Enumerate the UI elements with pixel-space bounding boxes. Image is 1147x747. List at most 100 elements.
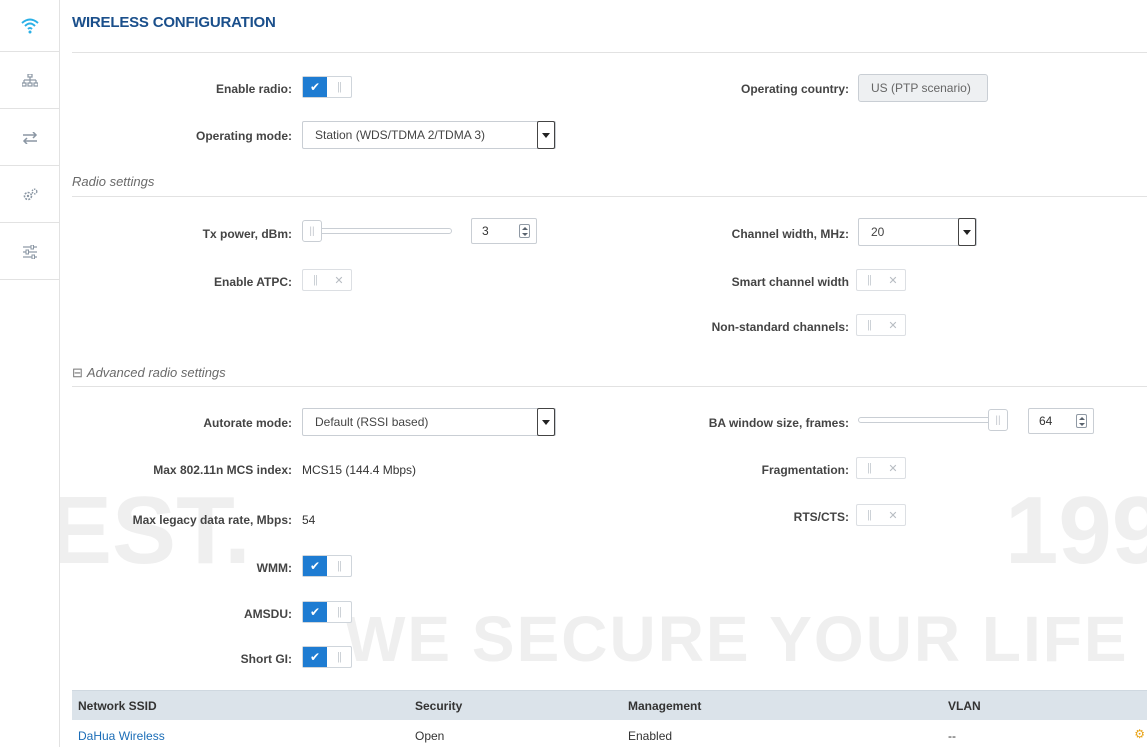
watermark-year: 199 <box>1005 477 1147 584</box>
switch-grip-icon: || <box>867 274 872 286</box>
autorate-mode-label: Autorate mode: <box>203 416 292 430</box>
switch-grip-icon: || <box>337 81 342 93</box>
x-icon: ✕ <box>888 319 898 332</box>
operating-mode-label: Operating mode: <box>195 129 292 143</box>
smart-channel-width-label: Smart channel width <box>731 275 849 289</box>
switch-grip-icon: || <box>337 651 342 663</box>
x-icon: ✕ <box>888 462 898 475</box>
ba-window-label: BA window size, frames: <box>708 416 849 430</box>
radio-settings-divider <box>72 196 1147 197</box>
enable-atpc-toggle[interactable]: || ✕ <box>302 269 352 291</box>
nav-routing[interactable] <box>0 110 60 166</box>
wifi-icon <box>21 18 39 33</box>
check-icon: ✔ <box>303 602 327 622</box>
watermark-slogan: WE SECURE YOUR LIFE <box>345 603 1129 675</box>
max-mcs-label: Max 802.11n MCS index: <box>153 463 292 477</box>
check-icon: ✔ <box>303 556 327 576</box>
nav-settings[interactable] <box>0 224 60 280</box>
fragmentation-toggle[interactable]: || ✕ <box>856 457 906 479</box>
channel-width-select[interactable]: 20 <box>858 218 977 246</box>
x-icon: ✕ <box>888 274 898 287</box>
non-standard-channels-toggle[interactable]: || ✕ <box>856 314 906 336</box>
ba-window-slider[interactable]: || <box>858 409 1008 431</box>
switch-grip-icon: || <box>867 509 872 521</box>
tx-power-value: 3 <box>482 224 489 238</box>
wmm-label: WMM: <box>256 561 292 575</box>
nav-services[interactable] <box>0 167 60 223</box>
amsdu-label: AMSDU: <box>244 607 292 621</box>
x-icon: ✕ <box>888 509 898 522</box>
operating-mode-value: Station (WDS/TDMA 2/TDMA 3) <box>315 128 486 142</box>
radio-settings-title: Radio settings <box>72 174 155 189</box>
enable-radio-label: Enable radio: <box>215 82 292 96</box>
column-header-vlan[interactable]: VLAN <box>948 699 981 713</box>
x-icon: ✕ <box>334 274 344 287</box>
spinner-arrows-icon[interactable] <box>519 224 530 238</box>
advanced-radio-settings-title: Advanced radio settings <box>86 365 226 380</box>
enable-radio-toggle[interactable]: ✔ || <box>302 76 352 98</box>
operating-country-value: US (PTP scenario) <box>858 74 988 102</box>
max-legacy-rate-value: 54 <box>302 513 316 527</box>
transfer-arrows-icon <box>22 131 38 144</box>
column-header-management[interactable]: Management <box>628 699 701 713</box>
slider-track <box>858 417 1008 423</box>
collapse-icon[interactable]: ⊟ <box>72 365 83 380</box>
smart-channel-width-toggle[interactable]: || ✕ <box>856 269 906 291</box>
header-divider <box>72 52 1147 53</box>
security-cell: Open <box>415 729 445 743</box>
slider-handle[interactable]: || <box>302 220 322 242</box>
tx-power-slider[interactable]: || <box>302 220 452 242</box>
autorate-mode-value: Default (RSSI based) <box>315 415 429 429</box>
watermark-est: EST. <box>60 477 251 584</box>
wmm-toggle[interactable]: ✔ || <box>302 555 352 577</box>
operating-country-label: Operating country: <box>740 82 849 96</box>
check-icon: ✔ <box>303 77 327 97</box>
non-standard-channels-label: Non-standard channels: <box>711 320 849 334</box>
chevron-down-icon <box>958 218 976 246</box>
advanced-radio-settings-header[interactable]: ⊟ Advanced radio settings <box>72 365 226 381</box>
advanced-divider <box>72 386 1147 387</box>
ba-window-spinner[interactable]: 64 <box>1028 408 1094 434</box>
fragmentation-label: Fragmentation: <box>761 463 849 477</box>
switch-grip-icon: || <box>867 462 872 474</box>
ba-window-value: 64 <box>1039 414 1053 428</box>
amsdu-toggle[interactable]: ✔ || <box>302 601 352 623</box>
nav-wireless[interactable] <box>0 0 60 52</box>
channel-width-label: Channel width, MHz: <box>731 227 849 241</box>
column-header-security[interactable]: Security <box>415 699 462 713</box>
chevron-down-icon <box>537 408 555 436</box>
switch-grip-icon: || <box>337 560 342 572</box>
tx-power-label: Tx power, dBm: <box>202 227 292 241</box>
gear-icon[interactable]: ⚙ <box>1134 727 1145 741</box>
management-cell: Enabled <box>628 729 673 743</box>
spinner-arrows-icon[interactable] <box>1076 414 1087 428</box>
vlan-cell: -- <box>948 729 956 743</box>
table-row: DaHua Wireless Open Enabled -- ⚙ <box>72 721 1147 747</box>
slider-track <box>302 228 452 234</box>
check-icon: ✔ <box>303 647 327 667</box>
rts-cts-toggle[interactable]: || ✕ <box>856 504 906 526</box>
operating-mode-select[interactable]: Station (WDS/TDMA 2/TDMA 3) <box>302 121 556 149</box>
network-topology-icon <box>22 73 38 87</box>
nav-network[interactable] <box>0 53 60 109</box>
switch-grip-icon: || <box>313 274 318 286</box>
tx-power-spinner[interactable]: 3 <box>471 218 537 244</box>
channel-width-value: 20 <box>871 225 885 239</box>
slider-handle[interactable]: || <box>988 409 1008 431</box>
max-mcs-value: MCS15 (144.4 Mbps) <box>302 463 417 477</box>
switch-grip-icon: || <box>337 606 342 618</box>
short-gi-label: Short GI: <box>240 652 292 666</box>
short-gi-toggle[interactable]: ✔ || <box>302 646 352 668</box>
enable-atpc-label: Enable ATPC: <box>213 275 292 289</box>
autorate-mode-select[interactable]: Default (RSSI based) <box>302 408 556 436</box>
sliders-icon <box>23 244 37 259</box>
column-header-ssid[interactable]: Network SSID <box>78 699 157 713</box>
chevron-down-icon <box>537 121 555 149</box>
ssid-link[interactable]: DaHua Wireless <box>78 729 165 743</box>
max-legacy-rate-label: Max legacy data rate, Mbps: <box>132 513 292 527</box>
gears-icon <box>23 188 38 200</box>
page-title: WIRELESS CONFIGURATION <box>72 14 276 31</box>
rts-cts-label: RTS/CTS: <box>793 510 849 524</box>
switch-grip-icon: || <box>867 319 872 331</box>
ssid-table-header: Network SSID Security Management VLAN <box>72 690 1147 720</box>
